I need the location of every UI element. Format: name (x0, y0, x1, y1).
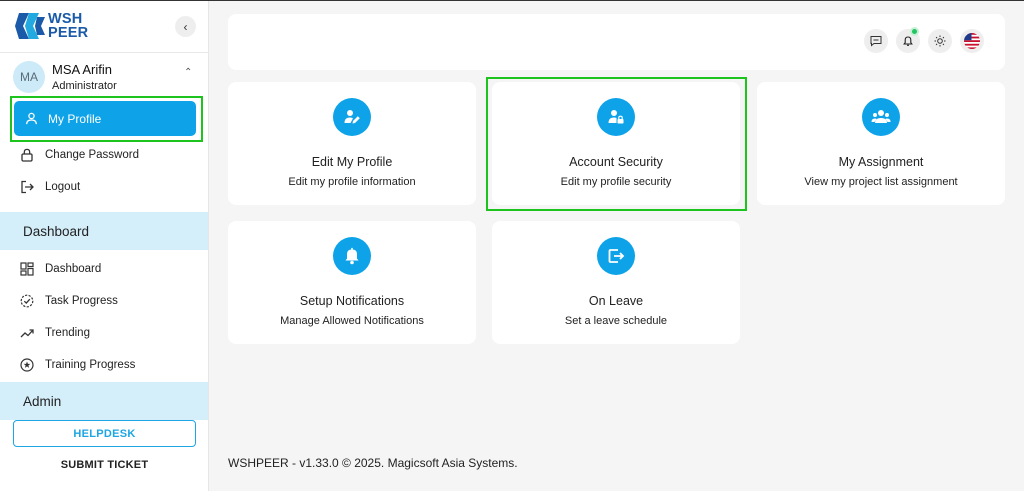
sidebar-item-change-password[interactable]: Change Password (14, 144, 196, 166)
card-setup-notifications[interactable]: Setup Notifications Manage Allowed Notif… (228, 221, 476, 344)
chevron-left-icon: ‹ (183, 19, 188, 34)
card-title: My Assignment (838, 155, 924, 169)
section-title: Dashboard (23, 223, 90, 239)
card-title: On Leave (588, 294, 644, 308)
us-flag-icon (964, 33, 980, 49)
sidebar-item-logout[interactable]: Logout (14, 176, 196, 198)
card-subtitle: Edit my profile information (288, 176, 416, 188)
section-dashboard: Dashboard (0, 212, 208, 250)
footer-copyright: WSHPEER - v1.33.0 © 2025. Magicsoft Asia… (228, 456, 518, 470)
card-my-assignment[interactable]: My Assignment View my project list assig… (757, 82, 1005, 205)
helpdesk-button[interactable]: HELPDESK (13, 420, 196, 447)
sidebar: WSH PEER ‹ MA MSA Arifin Administrator ⌃… (0, 1, 209, 491)
user-role: Administrator (52, 80, 117, 92)
language-button[interactable] (960, 29, 984, 53)
circle-check-icon (20, 294, 34, 308)
notifications-button[interactable] (896, 27, 920, 53)
user-icon (26, 112, 37, 125)
brand-line-2: PEER (48, 25, 89, 41)
exit-icon (608, 249, 625, 263)
sidebar-item-label: My Profile (48, 111, 102, 126)
wsh-logo-icon (15, 13, 45, 39)
section-admin: Admin (0, 382, 208, 420)
sidebar-item-trending[interactable]: Trending (14, 322, 196, 344)
brand-name: WSH PEER (48, 11, 89, 41)
card-icon-circle (862, 98, 900, 136)
sun-icon (934, 35, 946, 47)
submit-ticket-button[interactable]: SUBMIT TICKET (13, 459, 196, 475)
bell-icon (345, 247, 359, 265)
sidebar-item-my-profile[interactable]: My Profile (14, 101, 196, 136)
star-circle-icon (20, 358, 34, 372)
user-edit-icon (344, 110, 360, 124)
trending-icon (20, 329, 34, 338)
brand-logo[interactable]: WSH PEER (15, 8, 88, 44)
brand-line-1: WSH (48, 11, 83, 27)
sidebar-item-label: Trending (45, 327, 90, 339)
card-subtitle: Set a leave schedule (564, 315, 668, 327)
sidebar-item-label: Dashboard (45, 263, 102, 275)
card-icon-circle (597, 237, 635, 275)
card-title: Edit My Profile (311, 155, 393, 169)
card-icon-circle (333, 237, 371, 275)
sidebar-item-label: Logout (45, 181, 81, 193)
card-icon-circle (333, 98, 371, 136)
user-group-icon (871, 110, 891, 123)
sidebar-item-label: Training Progress (45, 359, 136, 371)
sidebar-item-label: Change Password (45, 149, 139, 161)
messages-button[interactable] (864, 29, 888, 53)
sidebar-item-training-progress[interactable]: Training Progress (14, 354, 196, 376)
avatar: MA (13, 61, 45, 93)
logout-icon (21, 180, 34, 194)
card-subtitle: View my project list assignment (804, 176, 958, 188)
account-security-highlight (486, 77, 747, 211)
grid-icon (20, 262, 34, 276)
sidebar-item-dashboard[interactable]: Dashboard (14, 258, 196, 280)
user-name: MSA Arifin (52, 62, 112, 77)
top-header (228, 14, 1005, 70)
card-on-leave[interactable]: On Leave Set a leave schedule (492, 221, 740, 344)
card-subtitle: Manage Allowed Notifications (280, 315, 424, 327)
notification-dot (910, 27, 919, 36)
card-title: Setup Notifications (299, 294, 405, 308)
theme-toggle-button[interactable] (928, 29, 952, 53)
chevron-up-icon: ⌃ (184, 67, 193, 78)
sidebar-item-task-progress[interactable]: Task Progress (14, 290, 196, 312)
bell-icon (903, 36, 913, 46)
lock-icon (21, 148, 33, 162)
sidebar-collapse-button[interactable]: ‹ (175, 16, 196, 37)
section-title: Admin (23, 393, 62, 409)
card-edit-my-profile[interactable]: Edit My Profile Edit my profile informat… (228, 82, 476, 205)
message-icon (870, 36, 882, 47)
user-profile-toggle[interactable]: MA MSA Arifin Administrator ⌃ (13, 61, 203, 94)
divider (0, 52, 209, 53)
sidebar-item-label: Task Progress (45, 295, 118, 307)
